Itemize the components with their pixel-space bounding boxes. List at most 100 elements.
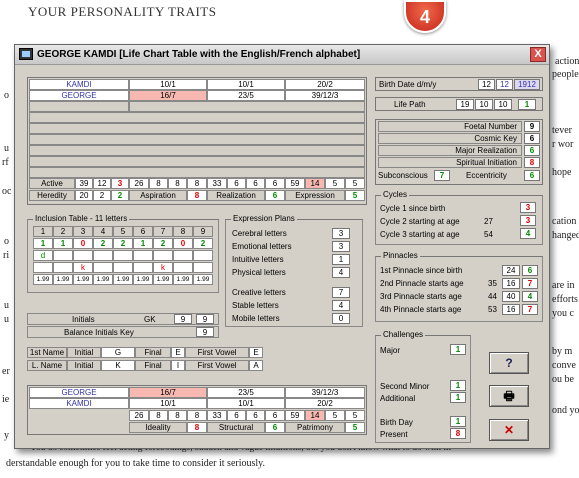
foetal-number-value: 9 <box>524 121 540 132</box>
inclusion-cell: 8 <box>173 226 193 237</box>
active-value: 6 <box>227 178 246 189</box>
inclusion-cell <box>73 250 93 261</box>
inclusion-cell: 6 <box>133 226 153 237</box>
cycles-group: Cycles Cycle 1 since birth 3 Cycle 2 sta… <box>375 190 543 245</box>
spiritual-initiation-value: 8 <box>524 157 540 168</box>
help-button[interactable]: ? <box>489 352 529 374</box>
inclusion-cell: 1.99 <box>113 274 133 285</box>
challenges-legend: Challenges <box>381 330 426 339</box>
title-bar[interactable]: GEORGE KAMDI [Life Chart Table with the … <box>15 45 549 65</box>
inclusion-cell: 3 <box>73 226 93 237</box>
bottom-num: 26 <box>129 410 149 421</box>
inclusion-cell <box>113 250 133 261</box>
birth-year-field[interactable]: 1912 <box>514 79 540 90</box>
second-minor-label: Second Minor <box>380 382 430 391</box>
inclusion-cell: 1.99 <box>33 274 53 285</box>
cosmic-key-label: Cosmic Key <box>378 133 522 144</box>
inclusion-cell: 2 <box>193 238 213 249</box>
first-name-row: 1st Name Initial G Final E First Vowel E <box>27 347 277 359</box>
active-value: 5 <box>325 178 345 189</box>
inclusion-cell <box>93 262 113 273</box>
pinnacle-value: 7 <box>522 304 538 315</box>
pinnacle-number: 24 <box>502 265 520 276</box>
cycle-label: Cycle 1 since birth <box>380 204 446 213</box>
life-path-value: 19 <box>456 99 474 110</box>
close-dialog-button[interactable]: ✕ <box>489 419 529 441</box>
numbers-panel: Foetal Number 9 Cosmic Key 6 Major Reali… <box>375 119 543 185</box>
active-value: 6 <box>246 178 265 189</box>
additional-label: Additional <box>380 394 416 403</box>
plan-value: 4 <box>332 300 350 311</box>
bg-text: by m <box>552 346 573 357</box>
inclusion-table-group: Inclusion Table - 11 letters 12345678911… <box>27 214 219 293</box>
major-challenge-label: Major <box>380 346 401 355</box>
heredity-value: 2 <box>93 190 111 201</box>
life-path-final: 1 <box>518 99 536 110</box>
balance-initials-row: Balance Initials Key 9 <box>27 326 219 338</box>
close-icon: ✕ <box>503 423 515 437</box>
active-label: Active <box>29 178 75 189</box>
pinnacle-label: 4th Pinnacle starts age <box>380 305 462 314</box>
bg-text: hanged <box>552 230 579 241</box>
birth-day-field[interactable]: 12 <box>478 79 495 90</box>
inclusion-cell <box>153 250 173 261</box>
active-value: 8 <box>168 178 187 189</box>
major-realization-value: 6 <box>524 145 540 156</box>
bg-text: r wor <box>552 139 574 150</box>
plan-label: Cerebral letters <box>232 229 287 238</box>
bottom-name-kamdi: KAMDI <box>29 398 129 409</box>
inclusion-cell: 0 <box>173 238 193 249</box>
first-final-value: E <box>171 347 185 358</box>
pinnacle-value: 6 <box>522 265 538 276</box>
inclusion-cell <box>173 250 193 261</box>
inclusion-cell: 2 <box>153 238 173 249</box>
print-button[interactable]: 🖶 <box>489 385 529 407</box>
cycle-age: 27 <box>484 217 493 226</box>
inclusion-cell <box>173 262 193 273</box>
active-value: 12 <box>93 178 111 189</box>
pinnacles-group: Pinnacles 1st Pinnacle since birth 24 6 … <box>375 251 543 322</box>
chart-col2-bottom: 23/5 <box>207 90 285 101</box>
bg-text: u <box>4 143 9 154</box>
patrimony-label: Patrimony <box>285 422 345 433</box>
plan-value: 0 <box>332 313 350 324</box>
life-path-label: Life Path <box>394 100 426 109</box>
cycle-value: 3 <box>520 215 536 226</box>
birth-day-label: Birth Day <box>380 418 413 427</box>
life-path-value: 10 <box>475 99 493 110</box>
bg-text: people <box>552 69 579 80</box>
close-button[interactable]: X <box>530 47 546 62</box>
pinnacle-value: 4 <box>522 291 538 302</box>
bg-text: y <box>4 430 9 441</box>
bottom-num: 6 <box>227 410 246 421</box>
bg-text: ie <box>2 394 10 405</box>
expression-plans-group: Expression Plans Cerebral letters 3 Emot… <box>225 214 363 327</box>
inclusion-cell: 1.99 <box>193 274 213 285</box>
bg-text: action <box>555 56 579 67</box>
inclusion-cell <box>133 262 153 273</box>
inclusion-cell <box>93 250 113 261</box>
plan-value: 3 <box>332 228 350 239</box>
bg-text: o <box>4 236 9 247</box>
bg-text: u <box>4 314 9 325</box>
window-title: GEORGE KAMDI [Life Chart Table with the … <box>37 49 361 60</box>
last-final-value: I <box>171 360 185 371</box>
bottom-name-george: GEORGE <box>29 387 129 398</box>
chart-col3-top: 20/2 <box>285 79 365 90</box>
plan-label: Physical letters <box>232 268 286 277</box>
inclusion-cell: 1.99 <box>153 274 173 285</box>
pinnacle-number: 16 <box>502 304 520 315</box>
inclusion-cell: 1.99 <box>93 274 113 285</box>
inclusion-cell: 1.99 <box>133 274 153 285</box>
plan-label: Emotional letters <box>232 242 292 251</box>
second-minor-value: 1 <box>450 380 466 391</box>
inclusion-cell: k <box>153 262 173 273</box>
expression-label: Expression <box>285 190 345 201</box>
birth-day-value: 1 <box>450 416 466 427</box>
balance-key-label: Balance Initials Key <box>64 328 134 337</box>
inclusion-cell <box>193 250 213 261</box>
life-chart-window: GEORGE KAMDI [Life Chart Table with the … <box>14 44 550 449</box>
inclusion-grid: 1 2 3 4 5 6 7 8 9 1 1 0 2 2 1 2 0 2 d k k 1.99 1.99 1.99 1.99 1.9… <box>33 226 213 288</box>
birth-month-field[interactable]: 12 <box>496 79 513 90</box>
inclusion-cell: 1.99 <box>173 274 193 285</box>
